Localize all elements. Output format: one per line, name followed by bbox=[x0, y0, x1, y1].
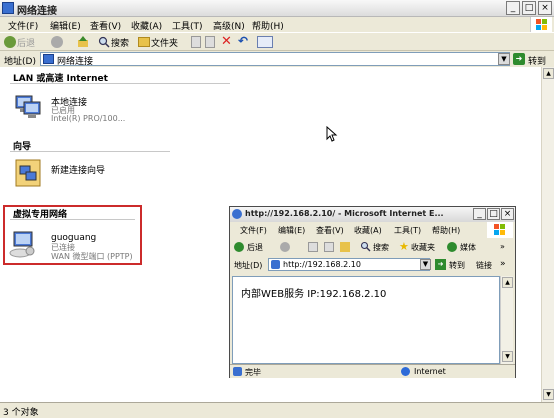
ie-logo-icon bbox=[232, 209, 242, 219]
ie-vertical-scrollbar[interactable]: ▲ ▼ bbox=[500, 276, 513, 364]
delete-icon[interactable]: ✕ bbox=[221, 34, 232, 49]
search-icon bbox=[98, 36, 110, 48]
ie-page-content: 内部WEB服务 IP:192.168.2.10 bbox=[232, 276, 500, 364]
ie-address-bar: 地址(D) http://192.168.2.10 ▼ ➜ 转到 链接 » bbox=[230, 256, 515, 273]
forward-icon[interactable] bbox=[51, 36, 63, 48]
menu-bar: 文件(F) 编辑(E) 查看(V) 收藏(A) 工具(T) 高级(N) 帮助(H… bbox=[0, 17, 554, 32]
ie-menu-help[interactable]: 帮助(H) bbox=[432, 225, 460, 236]
internet-zone-icon bbox=[401, 367, 410, 376]
search-button[interactable]: 搜索 bbox=[111, 36, 129, 49]
status-bar: 3 个对象 bbox=[0, 402, 554, 418]
address-input[interactable]: 网络连接 bbox=[40, 52, 510, 67]
ie-favorites-button[interactable]: 收藏夹 bbox=[411, 242, 435, 253]
ie-close-button[interactable]: × bbox=[501, 208, 514, 220]
menu-tools[interactable]: 工具(T) bbox=[172, 19, 203, 32]
ie-title-bar: http://192.168.2.10/ - Microsoft Interne… bbox=[230, 207, 515, 222]
network-connections-window: 网络连接 _ □ × 文件(F) 编辑(E) 查看(V) 收藏(A) 工具(T)… bbox=[0, 0, 554, 418]
address-bar: 地址(D) 网络连接 ▼ ➜ 转到 bbox=[0, 51, 554, 67]
favorites-icon: ★ bbox=[399, 240, 409, 253]
media-icon bbox=[447, 242, 457, 252]
ie-links-more[interactable]: » bbox=[500, 259, 506, 269]
ie-menu-favorites[interactable]: 收藏(A) bbox=[354, 225, 382, 236]
ie-status-text: 完毕 bbox=[245, 368, 261, 377]
copy-to-icon[interactable] bbox=[205, 36, 215, 48]
windows-flag-icon bbox=[530, 17, 552, 32]
ie-menu-view[interactable]: 查看(V) bbox=[316, 225, 344, 236]
up-icon[interactable] bbox=[77, 36, 89, 48]
ie-window: http://192.168.2.10/ - Microsoft Interne… bbox=[229, 206, 516, 378]
stop-icon[interactable] bbox=[308, 242, 318, 252]
views-icon[interactable] bbox=[257, 36, 273, 48]
status-text: 3 个对象 bbox=[3, 408, 39, 418]
forward-icon[interactable] bbox=[280, 242, 290, 252]
ie-address-dropdown[interactable]: ▼ bbox=[420, 259, 431, 270]
group-divider bbox=[10, 83, 230, 84]
group-divider bbox=[10, 151, 170, 152]
ie-address-label: 地址(D) bbox=[234, 261, 263, 270]
go-arrow-icon[interactable]: ➜ bbox=[435, 259, 446, 270]
minimize-button[interactable]: _ bbox=[506, 1, 520, 15]
wizard-icon bbox=[14, 158, 42, 188]
scroll-down-icon[interactable]: ▼ bbox=[543, 389, 554, 400]
window-title: 网络连接 bbox=[17, 6, 57, 17]
ie-address-value: http://192.168.2.10 bbox=[283, 260, 361, 269]
ie-zone-text: Internet bbox=[414, 367, 446, 376]
page-icon bbox=[271, 260, 280, 269]
ie-menu-tools[interactable]: 工具(T) bbox=[394, 225, 421, 236]
search-icon bbox=[360, 241, 371, 252]
ie-status-bar: 完毕 Internet bbox=[230, 364, 515, 378]
ie-address-input[interactable]: http://192.168.2.10 bbox=[268, 258, 430, 271]
vertical-scrollbar[interactable]: ▲ ▼ bbox=[541, 67, 554, 402]
item-label: 新建连接向导 bbox=[51, 166, 106, 176]
windows-flag-icon bbox=[487, 222, 513, 238]
ie-maximize-button[interactable]: □ bbox=[487, 208, 500, 220]
ie-menu-file[interactable]: 文件(F) bbox=[240, 225, 267, 236]
vpn-highlight-box bbox=[3, 205, 142, 265]
ie-minimize-button[interactable]: _ bbox=[473, 208, 486, 220]
scroll-up-icon[interactable]: ▲ bbox=[543, 68, 554, 79]
scroll-up-icon[interactable]: ▲ bbox=[502, 277, 513, 288]
item-device: Intel(R) PRO/100... bbox=[51, 114, 126, 123]
ie-media-button[interactable]: 媒体 bbox=[460, 242, 476, 253]
ie-go-button[interactable]: 转到 bbox=[449, 260, 465, 271]
address-value: 网络连接 bbox=[57, 57, 94, 67]
refresh-icon[interactable] bbox=[324, 242, 334, 252]
menu-view[interactable]: 查看(V) bbox=[90, 19, 121, 32]
menu-edit[interactable]: 编辑(E) bbox=[50, 19, 81, 32]
title-bar: 网络连接 _ □ × bbox=[0, 0, 554, 17]
scroll-down-icon[interactable]: ▼ bbox=[502, 351, 513, 362]
ie-window-title: http://192.168.2.10/ - Microsoft Interne… bbox=[245, 209, 444, 218]
back-icon[interactable] bbox=[234, 242, 244, 252]
undo-icon[interactable]: ↶ bbox=[238, 34, 248, 48]
address-label: 地址(D) bbox=[4, 57, 36, 67]
ie-menu-edit[interactable]: 编辑(E) bbox=[278, 225, 305, 236]
folders-icon bbox=[138, 37, 150, 47]
ie-links[interactable]: 链接 bbox=[476, 260, 492, 271]
toolbar: 后退 搜索 文件夹 ✕ ↶ bbox=[0, 32, 554, 51]
maximize-button[interactable]: □ bbox=[522, 1, 536, 15]
back-button[interactable]: 后退 bbox=[17, 36, 35, 49]
menu-help[interactable]: 帮助(H) bbox=[252, 19, 284, 32]
ie-toolbar-more[interactable]: » bbox=[500, 242, 505, 251]
back-icon[interactable] bbox=[4, 36, 16, 48]
menu-favorites[interactable]: 收藏(A) bbox=[131, 19, 162, 32]
network-icon bbox=[14, 93, 42, 121]
go-button[interactable]: 转到 bbox=[528, 54, 546, 67]
menu-file[interactable]: 文件(F) bbox=[8, 19, 38, 32]
home-icon[interactable] bbox=[340, 242, 350, 252]
network-folder-icon bbox=[43, 54, 54, 64]
page-done-icon bbox=[233, 367, 242, 376]
move-to-icon[interactable] bbox=[191, 36, 201, 48]
address-dropdown[interactable]: ▼ bbox=[498, 53, 510, 65]
ie-back-button[interactable]: 后退 bbox=[247, 242, 263, 253]
close-button[interactable]: × bbox=[538, 1, 552, 15]
folders-button[interactable]: 文件夹 bbox=[151, 36, 178, 49]
cursor-icon bbox=[326, 125, 338, 142]
ie-search-button[interactable]: 搜索 bbox=[373, 242, 389, 253]
menu-advanced[interactable]: 高级(N) bbox=[213, 19, 245, 32]
network-folder-icon bbox=[2, 2, 14, 14]
page-body-text: 内部WEB服务 IP:192.168.2.10 bbox=[241, 289, 387, 300]
go-arrow-icon[interactable]: ➜ bbox=[513, 53, 525, 65]
